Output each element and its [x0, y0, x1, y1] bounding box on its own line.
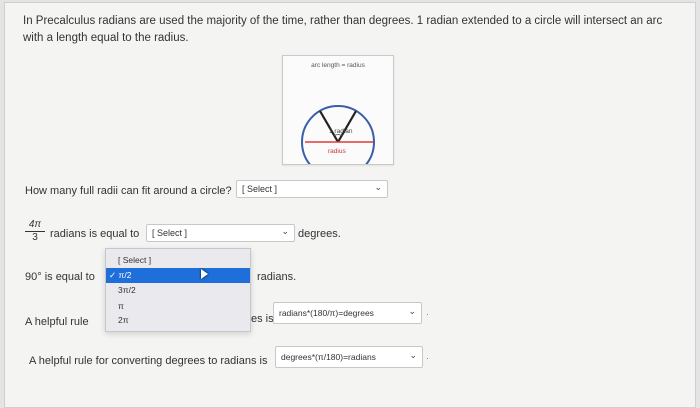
radius-line-right — [337, 110, 357, 143]
question-3-suffix: radians. — [257, 271, 297, 283]
question-2-suffix: degrees. — [298, 228, 341, 240]
separator-dot: · — [426, 353, 429, 363]
mouse-cursor-icon — [201, 269, 208, 279]
select-value: radians*(180/π)=degrees — [279, 308, 374, 318]
question-1-select[interactable]: [ Select ] ⌄ — [236, 180, 388, 198]
chevron-down-icon: ⌄ — [374, 182, 382, 192]
answer-dropdown-menu[interactable]: [ Select ] ✓ π/2 3π/2 π 2π — [105, 248, 251, 332]
radius-line-left — [319, 110, 339, 143]
dropdown-option-selected[interactable]: ✓ π/2 — [106, 268, 250, 283]
quiz-page: In Precalculus radians are used the majo… — [4, 2, 696, 408]
dropdown-option[interactable]: π — [106, 299, 250, 314]
separator-dot: · — [426, 309, 429, 319]
dropdown-option[interactable]: 2π — [106, 313, 250, 328]
select-value: [ Select ] — [242, 184, 278, 194]
fraction: 4π 3 — [25, 219, 45, 244]
intro-text: In Precalculus radians are used the majo… — [23, 15, 663, 44]
dropdown-option[interactable]: 3π/2 — [106, 283, 250, 298]
figure-title: arc length = radius — [311, 62, 365, 69]
radius-label: radius — [328, 148, 346, 155]
select-value: degrees*(π/180)=radians — [281, 352, 376, 362]
radian-figure: arc length = radius 1 radian radius — [282, 55, 394, 165]
chevron-down-icon: ⌄ — [281, 226, 289, 236]
question-4-mid: es is — [251, 313, 274, 325]
chevron-down-icon: ⌄ — [408, 306, 416, 316]
arc-circle — [301, 105, 375, 164]
question-5-select[interactable]: degrees*(π/180)=radians ⌄ — [275, 346, 423, 368]
question-4-select[interactable]: radians*(180/π)=degrees ⌄ — [273, 302, 422, 324]
question-3-text: 90° is equal to — [25, 271, 95, 283]
question-5-text: A helpful rule for converting degrees to… — [29, 355, 268, 367]
angle-label: 1 radian — [329, 128, 353, 135]
chevron-down-icon: ⌄ — [409, 350, 417, 360]
select-value: [ Select ] — [152, 228, 188, 238]
question-2-text: radians is equal to — [50, 228, 140, 240]
fraction-numerator: 4π — [25, 219, 45, 232]
question-2-select[interactable]: [ Select ] ⌄ — [146, 224, 295, 242]
question-1-text: How many full radii can fit around a cir… — [25, 185, 232, 197]
question-4-text: A helpful rule — [25, 316, 89, 328]
dropdown-option[interactable]: [ Select ] — [106, 253, 250, 268]
fraction-denominator: 3 — [32, 232, 38, 243]
